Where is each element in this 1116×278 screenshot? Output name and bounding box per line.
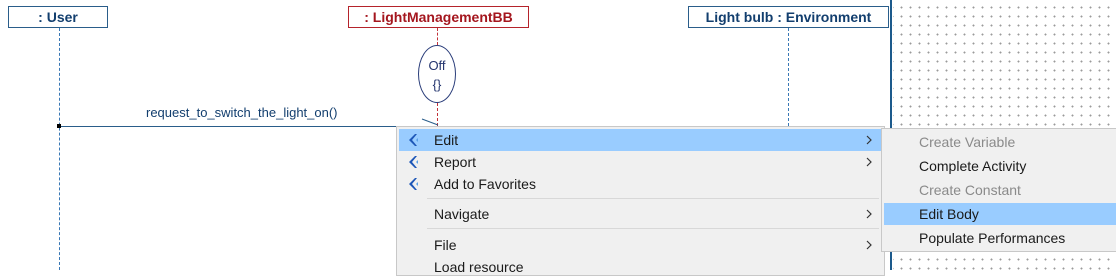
chevron-right-icon	[866, 209, 872, 219]
submenu-item-edit-body[interactable]: Edit Body	[884, 203, 1116, 225]
lifeline-user-line	[59, 28, 60, 270]
menu-item-add-to-favorites[interactable]: Add to Favorites	[399, 173, 883, 195]
submenu-item-complete-activity[interactable]: Complete Activity	[884, 155, 1116, 177]
menu-item-load-resource[interactable]: Load resource	[399, 256, 883, 278]
state-body: {}	[432, 77, 442, 92]
submenu-item-label: Complete Activity	[919, 158, 1027, 174]
capella-icon	[409, 156, 418, 168]
state-fragment[interactable]: Off {}	[418, 45, 456, 103]
submenu-item-create-constant[interactable]: Create Constant	[884, 179, 1116, 201]
menu-item-navigate[interactable]: Navigate	[399, 203, 883, 225]
message-line[interactable]	[59, 126, 439, 127]
menu-separator	[427, 198, 879, 199]
message-start-dot	[57, 124, 61, 128]
lifeline-lightmanagement-label: : LightManagementBB	[364, 9, 513, 25]
submenu-item-label: Create Variable	[919, 134, 1016, 150]
chevron-right-icon	[866, 240, 872, 250]
message-label[interactable]: request_to_switch_the_light_on()	[146, 105, 338, 120]
menu-item-label: Edit	[434, 132, 459, 148]
chevron-right-icon	[866, 135, 872, 145]
state-name: Off	[428, 58, 446, 73]
lifeline-environment-header[interactable]: Light bulb : Environment	[688, 6, 889, 28]
menu-item-label: Load resource	[434, 259, 524, 275]
lifeline-lightmanagement-header[interactable]: : LightManagementBB	[348, 6, 529, 28]
lifeline-environment-label: Light bulb : Environment	[705, 9, 872, 25]
submenu-item-label: Edit Body	[919, 206, 979, 222]
menu-item-file[interactable]: File	[399, 234, 883, 256]
menu-item-label: Navigate	[434, 206, 490, 222]
chevron-right-icon	[866, 157, 872, 167]
menu-item-edit[interactable]: Edit	[399, 129, 883, 151]
capella-icon	[409, 178, 418, 190]
message-arrowhead-icon	[421, 118, 439, 126]
lifeline-lightmanagement-line-top	[437, 28, 438, 45]
submenu-item-create-variable[interactable]: Create Variable	[884, 131, 1116, 153]
submenu-item-label: Populate Performances	[919, 230, 1066, 246]
menu-item-label: Report	[434, 154, 477, 170]
submenu-item-populate-performances[interactable]: Populate Performances	[884, 227, 1116, 249]
menu-separator	[427, 228, 879, 229]
lifeline-environment-line	[788, 28, 789, 126]
lifeline-user-label: : User	[38, 9, 78, 25]
lifeline-user-header[interactable]: : User	[8, 6, 108, 28]
capella-icon	[409, 134, 418, 146]
context-menu: Edit Report Add to Favorites Navigate Fi…	[396, 126, 885, 276]
menu-item-label: Add to Favorites	[434, 176, 536, 192]
menu-item-report[interactable]: Report	[399, 151, 883, 173]
submenu-item-label: Create Constant	[919, 182, 1021, 198]
menu-item-label: File	[434, 237, 457, 253]
edit-submenu: Create Variable Complete Activity Create…	[881, 128, 1116, 252]
